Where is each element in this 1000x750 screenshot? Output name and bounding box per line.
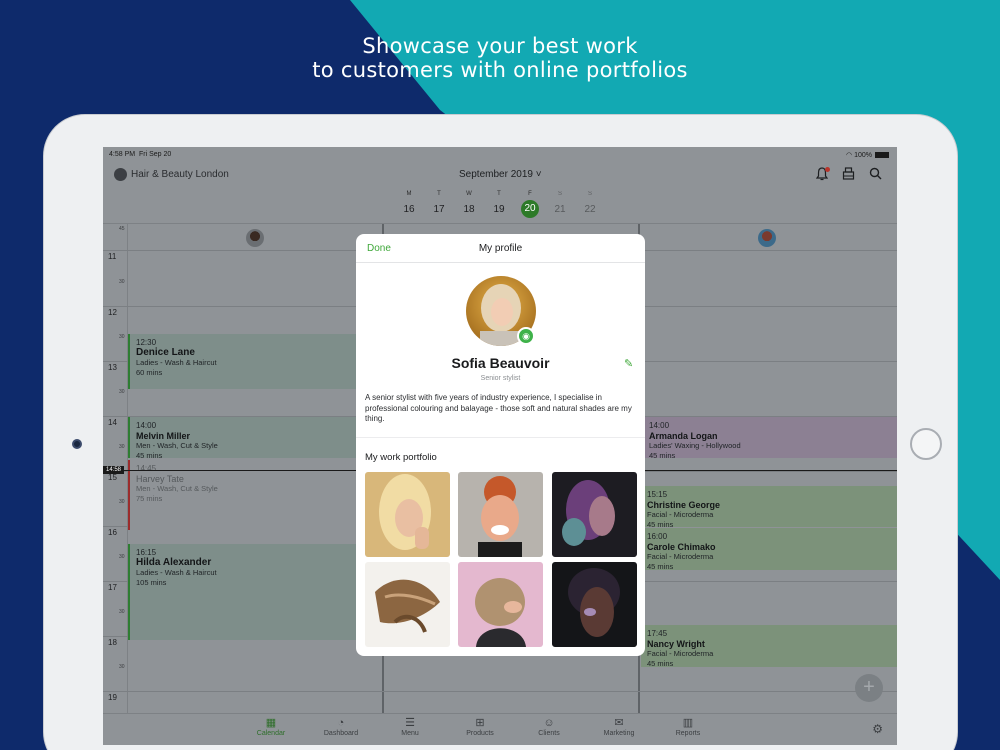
status-date: Fri Sep 20 bbox=[138, 151, 172, 158]
profile-bio: A senior stylist with five years of indu… bbox=[365, 393, 632, 423]
day-cell[interactable]: W 18 bbox=[459, 191, 479, 219]
day-cell-selected[interactable]: F 20 bbox=[520, 191, 540, 218]
salon-name[interactable]: Hair & Beauty London bbox=[131, 169, 229, 180]
hour-label: 13 bbox=[108, 363, 117, 372]
status-bar: 4:58 PM Fri Sep 20 ◠ 100% bbox=[103, 147, 897, 163]
hour-label: 16 bbox=[108, 528, 117, 537]
tab-marketing[interactable]: ✉ Marketing bbox=[589, 717, 649, 737]
tab-reports[interactable]: ▥ Reports bbox=[658, 717, 718, 737]
change-photo-camera-icon[interactable]: ◉ bbox=[517, 327, 535, 345]
day-cell[interactable]: M 16 bbox=[399, 191, 419, 219]
section-divider bbox=[356, 437, 645, 438]
search-icon[interactable] bbox=[867, 167, 883, 183]
appointment-card[interactable]: 16:00 Carole Chimako Facial - Microderma… bbox=[641, 528, 897, 571]
appointment-card[interactable]: 16:15 Hilda Alexander Ladies - Wash & Ha… bbox=[128, 544, 381, 640]
battery-icon bbox=[875, 152, 889, 158]
portfolio-image[interactable] bbox=[552, 472, 637, 557]
hour-line bbox=[103, 691, 897, 692]
front-camera bbox=[72, 439, 82, 449]
portfolio-image[interactable] bbox=[458, 472, 543, 557]
salon-avatar[interactable] bbox=[114, 168, 127, 181]
checkout-register-icon[interactable] bbox=[840, 167, 856, 183]
day-cell[interactable]: S 21 bbox=[550, 191, 570, 219]
tab-dashboard[interactable]: ◔ Dashboard bbox=[311, 717, 371, 737]
notifications-bell-icon[interactable] bbox=[814, 167, 830, 183]
minute-label: 30 bbox=[119, 389, 125, 395]
appointment-card[interactable]: 14:00 Melvin Miller Men - Wash, Cut & St… bbox=[128, 417, 381, 460]
hour-label: 11 bbox=[108, 252, 117, 261]
portfolio-image[interactable] bbox=[458, 562, 543, 647]
bottom-tab-bar: ▦ Calendar ◔ Dashboard ☰ Menu ⊞ Products… bbox=[103, 713, 897, 745]
staff-avatar[interactable] bbox=[246, 229, 264, 247]
week-strip: M 16 T 17 W 18 T 19 F 20 S 21 S 22 bbox=[399, 191, 599, 221]
portfolio-image[interactable] bbox=[552, 562, 637, 647]
modal-header: Done My profile bbox=[356, 234, 645, 263]
add-appointment-button[interactable]: + bbox=[855, 674, 883, 702]
day-cell[interactable]: T 17 bbox=[429, 191, 449, 219]
hour-label: 14 bbox=[108, 418, 117, 427]
app-screen: 4:58 PM Fri Sep 20 ◠ 100% Hair & Beauty … bbox=[103, 147, 897, 745]
day-cell[interactable]: S 22 bbox=[580, 191, 600, 219]
profile-modal: Done My profile ◉ Sofia Beauvoir ✎ Senio… bbox=[356, 234, 645, 656]
minute-label: 30 bbox=[119, 444, 125, 450]
appointment-card[interactable]: 14:00 Armanda Logan Ladies' Waxing - Hol… bbox=[641, 417, 897, 460]
month-selector[interactable]: September 2019 ˅ bbox=[459, 169, 542, 180]
portfolio-image[interactable] bbox=[365, 472, 450, 557]
minute-label: 30 bbox=[119, 279, 125, 285]
hour-label: 19 bbox=[108, 693, 117, 702]
reports-icon: ▥ bbox=[682, 717, 694, 729]
status-time: 4:58 PM bbox=[109, 151, 136, 158]
appointment-card[interactable]: 15:15 Christine George Facial - Microder… bbox=[641, 486, 897, 529]
headline-line-2: to customers with online portfolios bbox=[312, 58, 688, 82]
tab-products[interactable]: ⊞ Products bbox=[450, 717, 510, 737]
profile-name: Sofia Beauvoir bbox=[451, 355, 550, 371]
modal-title: My profile bbox=[478, 243, 523, 254]
minute-label: 30 bbox=[119, 609, 125, 615]
home-button[interactable] bbox=[910, 428, 942, 460]
dashboard-icon: ◔ bbox=[337, 717, 345, 729]
minute-label: 30 bbox=[119, 554, 125, 560]
current-time-tag: 14:58 bbox=[103, 466, 125, 474]
battery-percent: 100% bbox=[854, 152, 872, 159]
staff-avatar[interactable] bbox=[758, 229, 776, 247]
profile-role: Senior stylist bbox=[480, 375, 521, 382]
products-icon: ⊞ bbox=[475, 717, 485, 729]
portfolio-title: My work portfolio bbox=[365, 452, 437, 463]
minute-label: 30 bbox=[119, 334, 125, 340]
minute-label: 45 bbox=[119, 226, 125, 232]
tab-calendar[interactable]: ▦ Calendar bbox=[241, 717, 301, 737]
hour-label: 18 bbox=[108, 638, 117, 647]
tab-menu[interactable]: ☰ Menu bbox=[380, 717, 440, 737]
headline-line-1: Showcase your best work bbox=[362, 34, 638, 58]
appointment-card[interactable]: 12:30 Denice Lane Ladies - Wash & Haircu… bbox=[128, 334, 381, 389]
portfolio-image[interactable] bbox=[365, 652, 450, 656]
app-header: Hair & Beauty London September 2019 ˅ bbox=[103, 163, 897, 189]
marketing-icon: ✉ bbox=[614, 717, 624, 729]
notification-dot bbox=[825, 167, 830, 172]
wifi-icon: ◠ bbox=[846, 152, 853, 159]
appointment-card[interactable]: 17:45 Nancy Wright Facial - Microderma 4… bbox=[641, 625, 897, 668]
hour-label: 12 bbox=[108, 308, 117, 317]
minute-label: 30 bbox=[119, 664, 125, 670]
clients-icon: ☺ bbox=[543, 717, 555, 729]
minute-label: 30 bbox=[119, 499, 125, 505]
settings-gear-icon[interactable]: ⚙ bbox=[872, 722, 883, 736]
hour-label: 15 bbox=[108, 473, 117, 482]
marketing-headline: Showcase your best work to customers wit… bbox=[0, 34, 1000, 82]
edit-pencil-icon[interactable]: ✎ bbox=[624, 357, 633, 370]
day-cell[interactable]: T 19 bbox=[489, 191, 509, 219]
portfolio-image[interactable] bbox=[365, 562, 450, 647]
tab-clients[interactable]: ☺ Clients bbox=[519, 717, 579, 737]
hour-label: 17 bbox=[108, 583, 117, 592]
menu-icon: ☰ bbox=[405, 717, 415, 729]
calendar-icon: ▦ bbox=[265, 717, 277, 729]
portfolio-image[interactable] bbox=[458, 652, 543, 656]
